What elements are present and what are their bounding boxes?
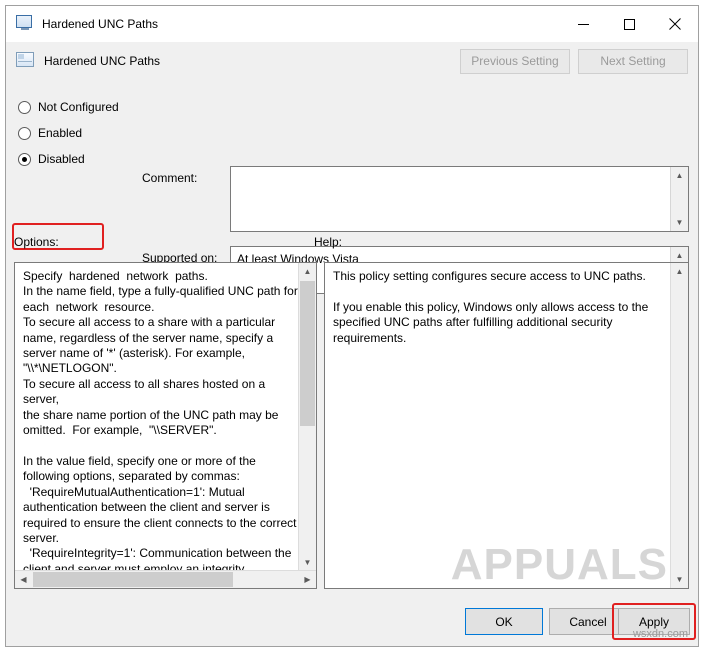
help-scroll-up-icon[interactable]: ▲: [671, 263, 688, 280]
help-scroll-down-icon[interactable]: ▼: [671, 571, 688, 588]
options-label: Options:: [14, 235, 59, 249]
options-hscrollbar[interactable]: ◀ ▶: [15, 570, 316, 588]
radio-enabled-indicator: [18, 126, 31, 140]
comment-value: [231, 167, 670, 231]
options-scroll-left-icon[interactable]: ◀: [15, 571, 32, 588]
radio-disabled[interactable]: Disabled: [18, 146, 143, 172]
watermark-credit: wsxdn.com: [632, 628, 688, 640]
policy-setting-window: Hardened UNC Paths Hardened UNC Paths Pr…: [5, 5, 699, 647]
radio-not-configured-indicator: [18, 100, 31, 114]
radio-disabled-indicator: [18, 152, 31, 166]
options-scroll-up-icon[interactable]: ▲: [299, 263, 316, 280]
radio-disabled-label: Disabled: [38, 152, 85, 166]
comment-label: Comment:: [142, 171, 198, 185]
help-text: This policy setting configures secure ac…: [333, 269, 649, 345]
options-scroll-right-icon[interactable]: ▶: [299, 571, 316, 588]
options-text: Specify hardened network paths. In the n…: [23, 269, 298, 576]
window-title: Hardened UNC Paths: [42, 17, 159, 31]
next-setting-button[interactable]: Next Setting: [578, 48, 688, 74]
options-scroll-down-icon[interactable]: ▼: [299, 554, 316, 571]
help-vscrollbar[interactable]: ▲ ▼: [670, 263, 688, 588]
comment-textbox[interactable]: ▲ ▼: [230, 166, 689, 232]
setting-header: Hardened UNC Paths Previous Setting Next…: [6, 42, 698, 80]
setting-title: Hardened UNC Paths: [44, 54, 161, 68]
radio-not-configured-label: Not Configured: [38, 100, 119, 114]
radio-not-configured[interactable]: Not Configured: [18, 94, 143, 120]
settings-area: Not Configured Enabled Disabled Comment:…: [6, 80, 698, 294]
title-bar: Hardened UNC Paths: [6, 6, 698, 42]
options-vscrollbar[interactable]: ▲ ▼: [298, 263, 316, 571]
previous-setting-button[interactable]: Previous Setting: [460, 48, 570, 74]
options-hscroll-thumb[interactable]: [33, 572, 233, 587]
options-vscroll-thumb[interactable]: [300, 281, 315, 426]
policy-icon: [16, 52, 36, 70]
options-panel[interactable]: Specify hardened network paths. In the n…: [14, 262, 317, 589]
radio-enabled[interactable]: Enabled: [18, 120, 143, 146]
maximize-button[interactable]: [606, 6, 652, 42]
cancel-button[interactable]: Cancel: [549, 608, 627, 635]
comment-scrollbar[interactable]: ▲ ▼: [670, 167, 688, 231]
comment-scroll-up-icon[interactable]: ▲: [671, 167, 688, 184]
watermark-text: APPUALS: [450, 540, 668, 589]
window-controls: [560, 6, 698, 42]
minimize-button[interactable]: [560, 6, 606, 42]
help-label: Help:: [314, 235, 343, 249]
radio-enabled-label: Enabled: [38, 126, 83, 140]
state-radio-group: Not Configured Enabled Disabled: [18, 94, 143, 172]
ok-button[interactable]: OK: [465, 608, 543, 635]
watermark-logo: APPUALS: [451, 540, 668, 590]
close-button[interactable]: [652, 6, 698, 42]
comment-scroll-down-icon[interactable]: ▼: [671, 214, 688, 231]
monitor-icon: [16, 15, 34, 33]
